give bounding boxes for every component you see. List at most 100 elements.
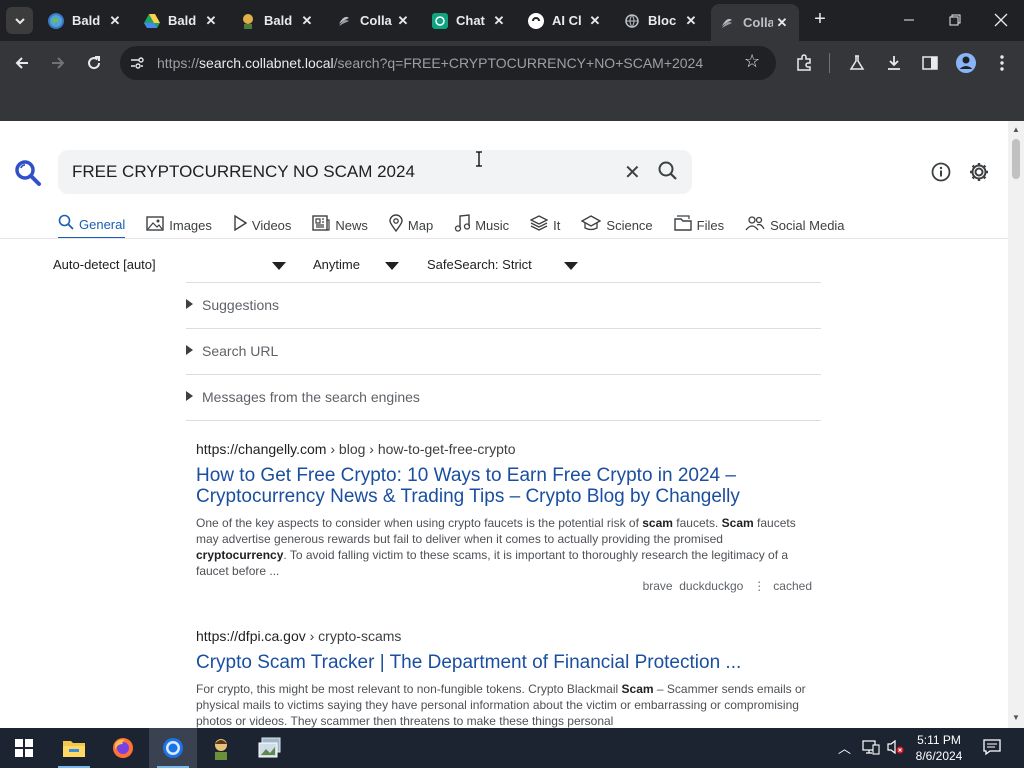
suggestions-expander[interactable]: Suggestions [186, 283, 821, 329]
tab-it[interactable]: It [529, 211, 560, 239]
tab-music[interactable]: Music [454, 211, 509, 239]
tab-map[interactable]: Map [389, 211, 433, 239]
tab-label: Bald [72, 13, 101, 28]
scroll-up-icon[interactable]: ▲ [1012, 125, 1020, 134]
chevron-down-icon[interactable] [564, 262, 578, 270]
app-images-taskbar-button[interactable] [246, 728, 294, 768]
tab-3[interactable]: Bald ✕ [232, 7, 324, 34]
tab-general[interactable]: General [58, 211, 126, 239]
snippet-highlight: Scam [621, 682, 654, 696]
tab-8-active[interactable]: Colla ✕ [711, 4, 799, 41]
close-icon[interactable]: ✕ [682, 13, 700, 29]
scroll-down-icon[interactable]: ▼ [1012, 713, 1020, 722]
triangle-right-icon [186, 299, 193, 309]
tab-1[interactable]: Bald ✕ [40, 7, 132, 34]
search-submit-icon[interactable] [658, 161, 680, 183]
windows-taskbar: ︿ 5:11 PM 8/6/2024 [0, 728, 1024, 768]
taskbar-clock[interactable]: 5:11 PM 8/6/2024 [906, 732, 972, 764]
category-divider [0, 238, 1008, 239]
tab-label: AI Cl [552, 13, 582, 28]
tab-social-media[interactable]: Social Media [745, 211, 845, 239]
chevron-down-icon [14, 17, 25, 24]
tab-label: Music [475, 217, 510, 233]
language-select[interactable]: Auto-detect [auto] [53, 257, 156, 272]
firefox-icon [113, 738, 133, 758]
tab-4[interactable]: Colla ✕ [328, 7, 420, 34]
tab-files[interactable]: Files [673, 211, 724, 239]
result-url[interactable]: https://changelly.com › blog › how-to-ge… [196, 441, 816, 457]
close-icon[interactable]: ✕ [773, 15, 791, 31]
browser-menu-button[interactable] [990, 51, 1014, 75]
result-url[interactable]: https://dfpi.ca.gov › crypto-scams [196, 628, 816, 644]
result-engines: brave duckduckgo ⋮ cached [643, 579, 812, 593]
page-scrollbar[interactable]: ▲ ▼ [1008, 121, 1024, 728]
tab-news[interactable]: News [312, 211, 368, 239]
close-icon[interactable]: ✕ [298, 13, 316, 29]
reload-button[interactable] [80, 49, 108, 77]
start-button[interactable] [0, 728, 48, 768]
profile-button[interactable] [954, 51, 978, 75]
tab-science[interactable]: Science [580, 211, 653, 239]
settings-button[interactable] [966, 159, 992, 185]
tab-label: Colla [360, 13, 392, 28]
chevron-down-icon[interactable] [385, 262, 399, 270]
downloads-button[interactable] [882, 51, 906, 75]
info-button[interactable] [928, 159, 954, 185]
tab-label: Social Media [770, 217, 845, 233]
snippet-text: . To avoid falling victim to these scams… [196, 548, 789, 578]
close-icon[interactable]: ✕ [586, 13, 604, 29]
close-icon[interactable]: ✕ [202, 13, 220, 29]
tab-6[interactable]: AI Cl ✕ [520, 7, 612, 34]
address-bar[interactable]: https://search.collabnet.local/search?q=… [120, 46, 776, 80]
time-range-select[interactable]: Anytime [313, 257, 360, 272]
result-title-link[interactable]: Crypto Scam Tracker | The Department of … [196, 652, 816, 673]
search-input[interactable] [72, 160, 612, 184]
result-title-link[interactable]: How to Get Free Crypto: 10 Ways to Earn … [196, 465, 816, 507]
firefox-taskbar-button[interactable] [99, 728, 147, 768]
tab-label: Bald [264, 13, 293, 28]
tab-7[interactable]: Bloc ✕ [616, 7, 708, 34]
people-icon [745, 215, 765, 235]
file-explorer-taskbar-button[interactable] [50, 728, 98, 768]
folder-icon [63, 741, 85, 757]
site-logo-search-icon[interactable] [14, 159, 42, 187]
network-icon[interactable] [862, 739, 880, 758]
bookmark-star-icon[interactable]: ☆ [744, 51, 760, 72]
close-window-button[interactable] [978, 0, 1024, 40]
scrollbar-thumb[interactable] [1012, 139, 1020, 179]
tab-label: Bloc [648, 13, 677, 28]
close-icon[interactable]: ✕ [394, 13, 412, 29]
engine-messages-expander[interactable]: Messages from the search engines [186, 375, 821, 421]
safesearch-select[interactable]: SafeSearch: Strict [427, 257, 532, 272]
cached-link[interactable]: cached [773, 579, 812, 593]
minimize-button[interactable] [886, 0, 932, 40]
close-icon[interactable]: ✕ [490, 13, 508, 29]
restore-icon [949, 14, 961, 26]
expander-label: Search URL [202, 343, 279, 359]
volume-muted-icon[interactable] [886, 739, 904, 758]
restore-button[interactable] [932, 0, 978, 40]
tab-search-button[interactable] [6, 7, 33, 34]
chrome-taskbar-button[interactable] [149, 728, 197, 768]
windows-logo-icon [15, 739, 33, 757]
layers-icon [529, 215, 549, 235]
close-icon[interactable]: ✕ [106, 13, 124, 29]
back-button[interactable] [8, 49, 36, 77]
labs-button[interactable] [845, 51, 869, 75]
text-cursor-icon [476, 151, 482, 167]
forward-button[interactable] [44, 49, 72, 77]
clear-search-icon[interactable]: ✕ [624, 160, 641, 185]
extensions-button[interactable] [792, 51, 816, 75]
app-avatar-taskbar-button[interactable] [197, 728, 245, 768]
tab-videos[interactable]: Videos [233, 211, 291, 239]
tab-2[interactable]: Bald ✕ [136, 7, 228, 34]
search-url-expander[interactable]: Search URL [186, 329, 821, 375]
tab-5[interactable]: Chat ✕ [424, 7, 516, 34]
new-tab-button[interactable]: + [808, 8, 832, 32]
side-panel-button[interactable] [918, 51, 942, 75]
tab-images[interactable]: Images [146, 211, 212, 239]
chevron-down-icon[interactable] [272, 262, 286, 270]
site-info-icon[interactable] [128, 54, 146, 72]
chevron-up-icon[interactable]: ︿ [838, 738, 851, 757]
notifications-icon[interactable] [982, 737, 1002, 760]
